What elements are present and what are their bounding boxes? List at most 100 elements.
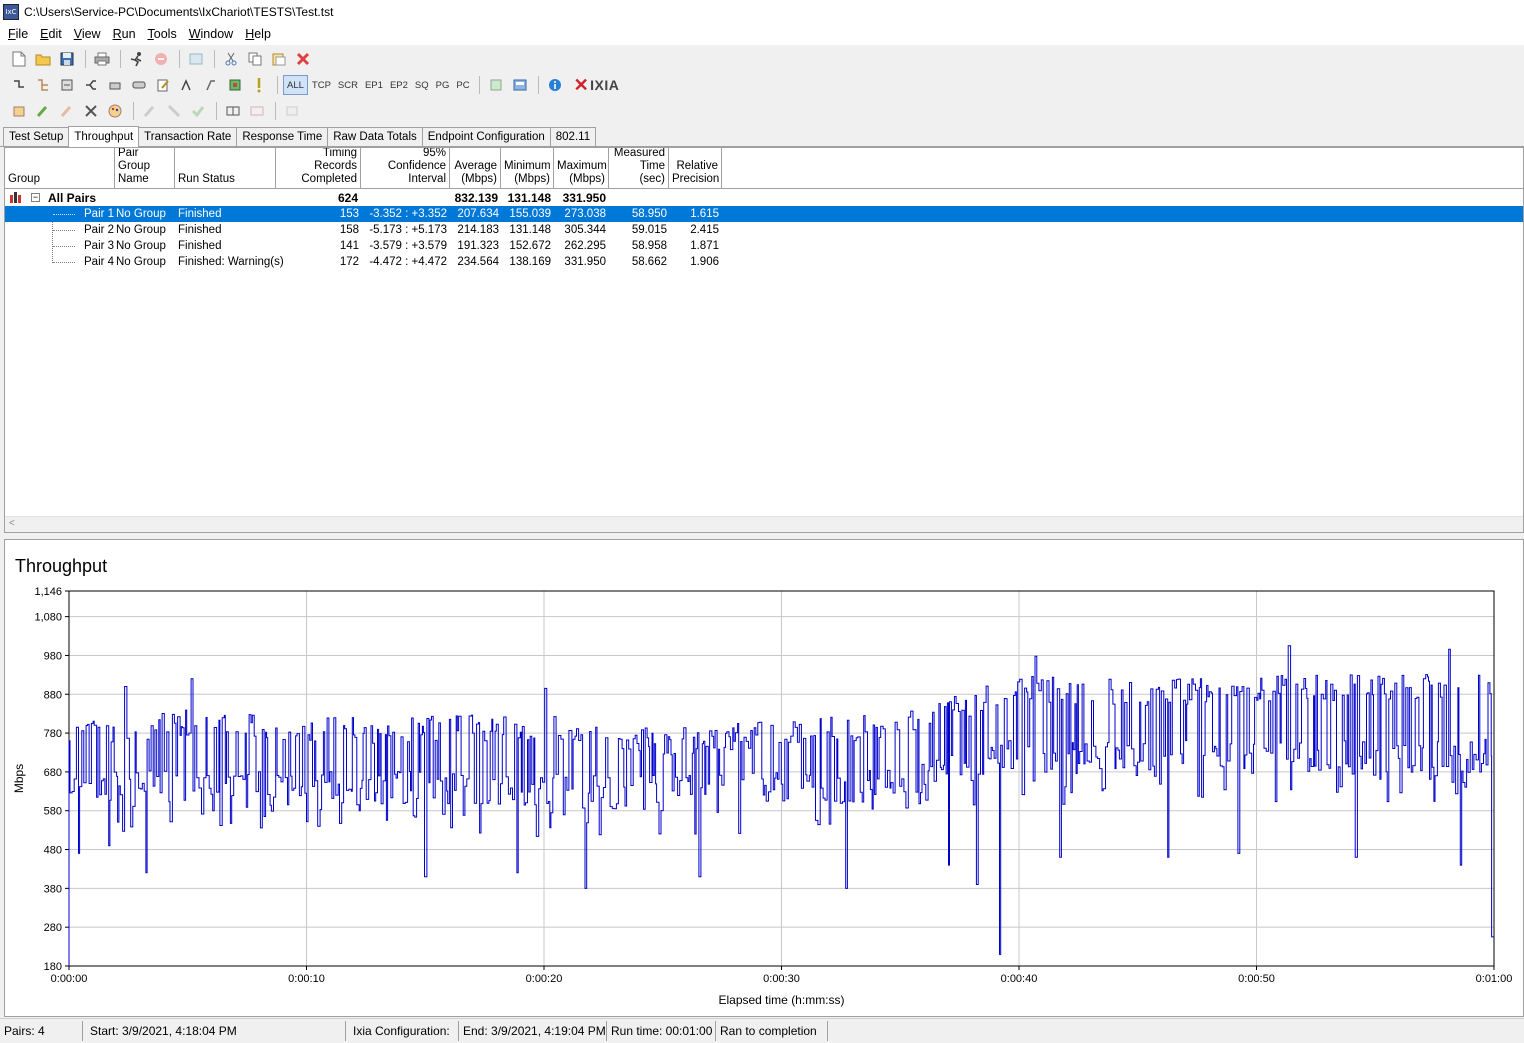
- open-folder-icon[interactable]: [32, 48, 54, 70]
- menu-run[interactable]: Run: [109, 27, 144, 41]
- results-view-icon[interactable]: [485, 74, 507, 96]
- pair-toolbar: ALL TCP SCR EP1 EP2 SQ PG PC ✕ IXIA: [0, 72, 1524, 98]
- tab-test-setup[interactable]: Test Setup: [3, 127, 70, 146]
- edit-datarate-icon[interactable]: [200, 74, 222, 96]
- menu-help[interactable]: Help: [241, 27, 279, 41]
- toolbar-separator: [85, 50, 86, 68]
- menu-accelerator: E: [40, 27, 49, 41]
- results-tabs: Test Setup Throughput Transaction Rate Resp…: [0, 126, 1524, 147]
- column-header-minimum[interactable]: Minimum (Mbps): [501, 148, 554, 188]
- chart-options-icon[interactable]: [8, 100, 30, 122]
- swap-endpoints-icon[interactable]: [128, 74, 150, 96]
- tab-throughput[interactable]: Throughput: [68, 126, 140, 147]
- filter-pg-button[interactable]: PG: [433, 75, 453, 95]
- table-row[interactable]: Pair 4 No Group Finished: Warning(s) 172 -4.…: [5, 254, 1523, 270]
- cell-minimum: 155.039: [509, 208, 551, 220]
- palette-icon[interactable]: [104, 100, 126, 122]
- replicate-icon[interactable]: [104, 74, 126, 96]
- filter-scr-button[interactable]: SCR: [335, 75, 361, 95]
- menu-window[interactable]: Window: [185, 27, 241, 41]
- disabled-tool-icon[interactable]: [281, 100, 303, 122]
- y-axis-label: Mbps: [12, 764, 26, 793]
- disabled-tool-icon[interactable]: [163, 100, 185, 122]
- disabled-tool-icon[interactable]: [187, 100, 209, 122]
- column-header-maximum[interactable]: Maximum (Mbps): [554, 148, 609, 188]
- y-tick-label: 1,146: [34, 586, 62, 598]
- y-tick-label: 980: [44, 650, 62, 662]
- filter-tcp-button[interactable]: TCP: [309, 75, 334, 95]
- grid-horizontal-scrollbar[interactable]: <: [5, 516, 1523, 532]
- all-pairs-row[interactable]: − All Pairs 624 832.139 131.148 331.950: [5, 190, 1523, 206]
- menu-file[interactable]: File: [4, 27, 36, 41]
- disabled-tool-icon[interactable]: [56, 100, 78, 122]
- disabled-tool-icon[interactable]: [139, 100, 161, 122]
- tree-connector: [53, 246, 75, 247]
- status-ixia-configuration: Ixia Configuration:: [346, 1021, 459, 1041]
- export-icon[interactable]: [509, 74, 531, 96]
- paste-icon[interactable]: [268, 48, 290, 70]
- scroll-left-icon[interactable]: <: [9, 518, 15, 529]
- column-header-average[interactable]: Average (Mbps): [450, 148, 501, 188]
- menu-accelerator: H: [245, 27, 255, 41]
- toolbar-separator: [133, 102, 134, 120]
- network-config-icon[interactable]: [224, 74, 246, 96]
- warning-icon[interactable]: [248, 74, 270, 96]
- column-header-measured-time[interactable]: Measured Time (sec): [609, 148, 669, 188]
- column-header-timing-records[interactable]: Timing Records Completed: [276, 148, 361, 188]
- menu-edit[interactable]: Edit: [36, 27, 70, 41]
- menu-view[interactable]: View: [70, 27, 109, 41]
- filter-sq-button[interactable]: SQ: [412, 75, 432, 95]
- cell-timing-records: 172: [339, 256, 359, 268]
- connect-icon[interactable]: [80, 100, 102, 122]
- edit-qos-icon[interactable]: [176, 74, 198, 96]
- tab-raw-data-totals[interactable]: Raw Data Totals: [327, 127, 423, 146]
- refresh-icon[interactable]: [185, 48, 207, 70]
- tab-endpoint-configuration[interactable]: Endpoint Configuration: [421, 127, 551, 146]
- tab-transaction-rate[interactable]: Transaction Rate: [138, 127, 238, 146]
- print-icon[interactable]: [91, 48, 113, 70]
- column-header-group[interactable]: Group: [5, 148, 115, 188]
- filter-ep2-button[interactable]: EP2: [387, 75, 411, 95]
- cell-pair-group-name: No Group: [116, 208, 166, 220]
- filter-ep1-button[interactable]: EP1: [362, 75, 386, 95]
- x-tick-label: 0:00:10: [288, 973, 325, 985]
- edit-options-icon[interactable]: [32, 100, 54, 122]
- new-file-icon[interactable]: [8, 48, 30, 70]
- cell-relative-precision: 1.871: [690, 240, 719, 252]
- delete-icon[interactable]: [292, 48, 314, 70]
- save-icon[interactable]: [56, 48, 78, 70]
- tab-802-11[interactable]: 802.11: [549, 127, 597, 146]
- column-header-confidence-interval[interactable]: 95% Confidence Interval: [361, 148, 450, 188]
- filter-all-button[interactable]: ALL: [283, 75, 308, 95]
- x-tick-label: 0:00:20: [526, 973, 563, 985]
- cell-confidence-interval: -3.352 : +3.352: [369, 208, 447, 220]
- filter-pc-button[interactable]: PC: [453, 75, 472, 95]
- info-icon[interactable]: [544, 74, 566, 96]
- column-header-relative-precision[interactable]: Relative Precision: [669, 148, 722, 188]
- table-row[interactable]: Pair 1 No Group Finished 153 -3.352 : +3.352…: [5, 206, 1523, 222]
- stop-icon[interactable]: [150, 48, 172, 70]
- column-header-pair-group-name[interactable]: Pair Group Name: [115, 148, 175, 188]
- all-pairs-label: All Pairs: [48, 191, 97, 205]
- tab-response-time[interactable]: Response Time: [236, 127, 329, 146]
- disabled-tool-icon[interactable]: [246, 100, 268, 122]
- copy-icon[interactable]: [244, 48, 266, 70]
- cut-icon[interactable]: [220, 48, 242, 70]
- edit-script-icon[interactable]: [152, 74, 174, 96]
- table-row[interactable]: Pair 3 No Group Finished 141 -3.579 : +3.579…: [5, 238, 1523, 254]
- menu-tools[interactable]: Tools: [144, 27, 185, 41]
- run-icon[interactable]: [126, 48, 148, 70]
- ixia-logo: ✕ IXIA: [574, 75, 620, 96]
- add-pair-icon[interactable]: [8, 74, 30, 96]
- ixchariot-app-icon[interactable]: IxC: [3, 3, 19, 20]
- x-tick-label: 0:01:00: [1476, 973, 1513, 985]
- split-view-icon[interactable]: [222, 100, 244, 122]
- cell-measured-time: 58.950: [631, 208, 667, 220]
- collapse-icon[interactable]: −: [31, 193, 40, 202]
- edit-pair-icon[interactable]: [56, 74, 78, 96]
- renumber-icon[interactable]: [80, 74, 102, 96]
- add-multicast-icon[interactable]: [32, 74, 54, 96]
- table-row[interactable]: Pair 2 No Group Finished 158 -5.173 : +5.173…: [5, 222, 1523, 238]
- tree-connector: [53, 214, 75, 215]
- column-header-run-status[interactable]: Run Status: [175, 148, 276, 188]
